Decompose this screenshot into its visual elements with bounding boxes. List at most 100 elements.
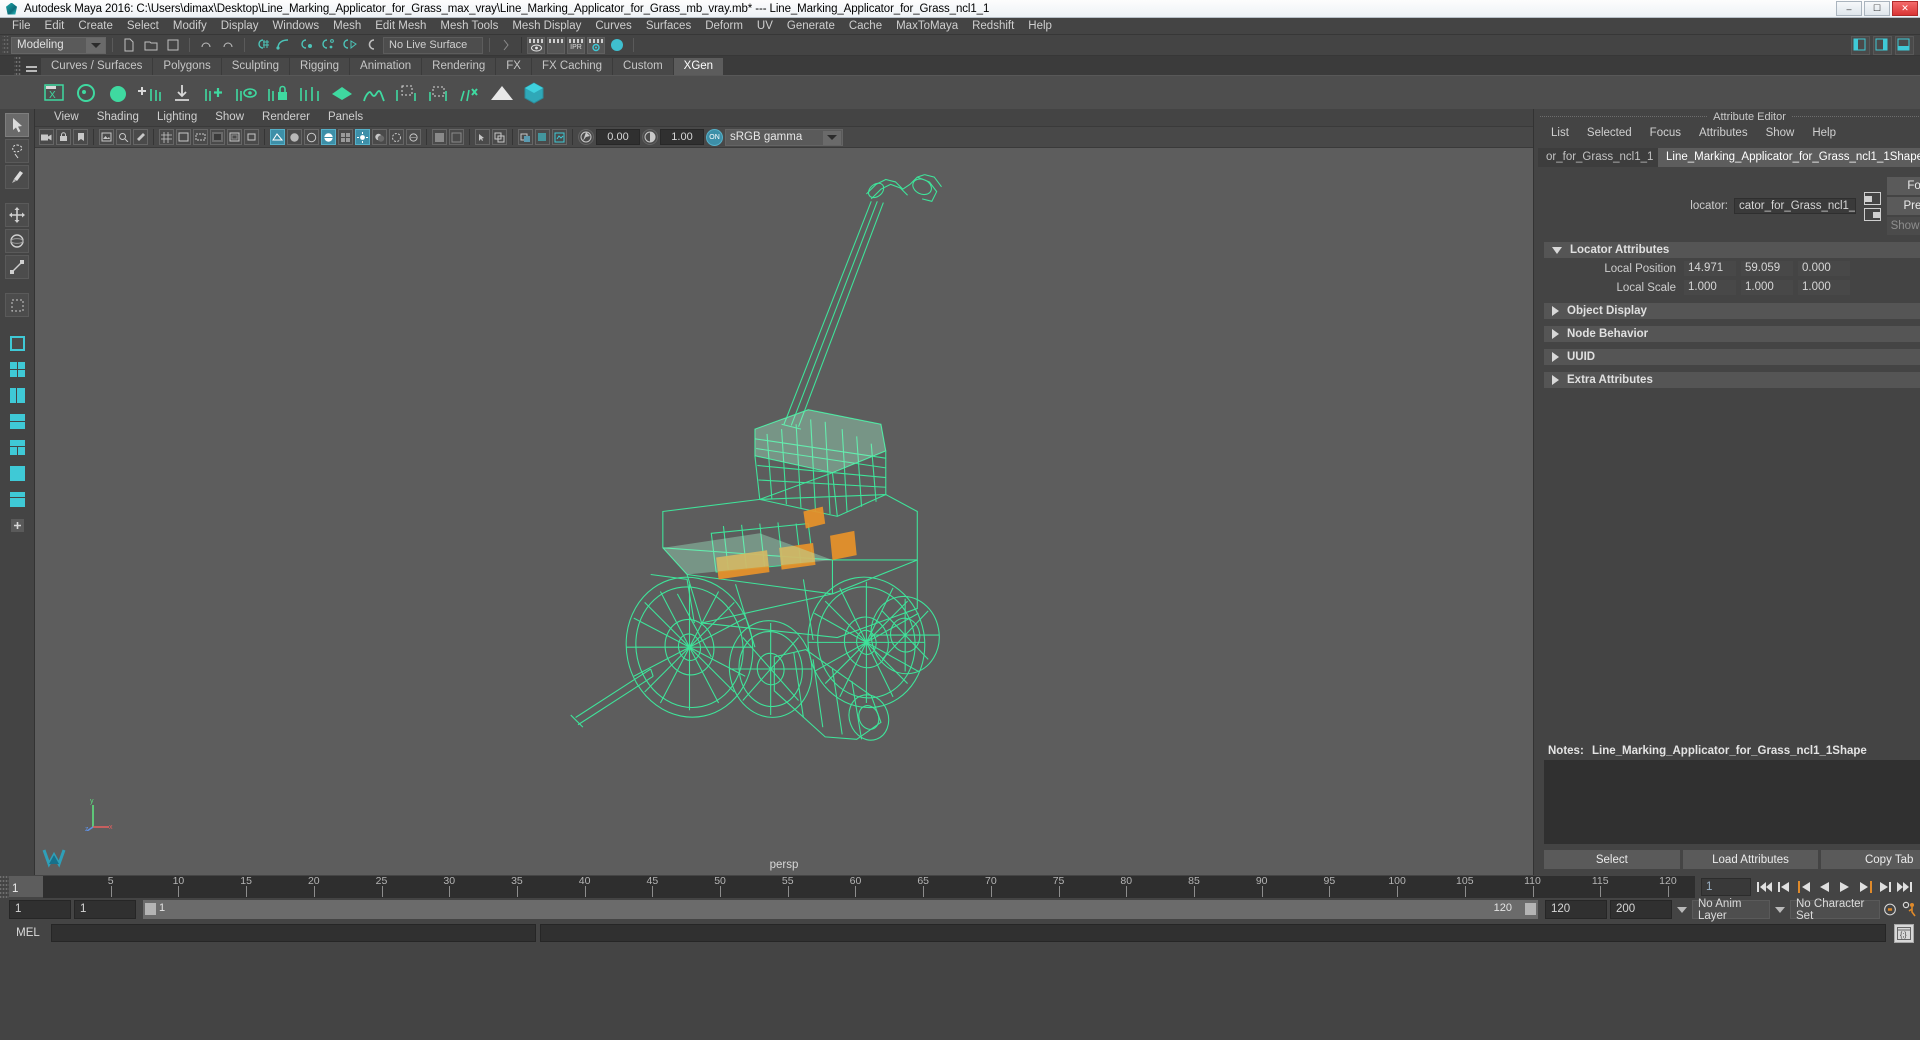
film-gate-icon[interactable]: [176, 129, 191, 145]
exposure-field[interactable]: 0.00: [596, 129, 640, 145]
open-scene-icon[interactable]: [141, 36, 161, 55]
image-plane-icon[interactable]: [99, 129, 114, 145]
menu-item-generate[interactable]: Generate: [780, 18, 842, 35]
attr-value-field[interactable]: 1.000: [1798, 280, 1850, 295]
viewport-menu-panels[interactable]: Panels: [319, 109, 372, 126]
xgen-guides-icon[interactable]: [296, 79, 324, 107]
character-set-chevron-icon[interactable]: [1773, 900, 1787, 919]
viewport-menu-lighting[interactable]: Lighting: [148, 109, 206, 126]
menu-item-surfaces[interactable]: Surfaces: [639, 18, 698, 35]
ae-menu-list[interactable]: List: [1542, 127, 1578, 139]
make-live-icon[interactable]: [361, 36, 381, 55]
play-backwards-icon[interactable]: [1817, 880, 1832, 894]
paint-select-tool-icon[interactable]: [5, 165, 29, 189]
menu-item-help[interactable]: Help: [1021, 18, 1059, 35]
menu-item-redshift[interactable]: Redshift: [965, 18, 1021, 35]
chevron-right-icon[interactable]: [1552, 329, 1559, 339]
xgen-select-region-icon[interactable]: [392, 79, 420, 107]
script-editor-icon[interactable]: {;}: [1894, 923, 1914, 943]
wireframe-shading-icon[interactable]: [270, 129, 285, 145]
xgen-visibility-icon[interactable]: [232, 79, 260, 107]
lasso-tool-icon[interactable]: [5, 139, 29, 163]
select-camera-icon[interactable]: [39, 129, 54, 145]
menu-item-edit[interactable]: Edit: [38, 18, 72, 35]
exposure-reset-icon[interactable]: [552, 129, 567, 145]
step-forward-icon[interactable]: [1877, 880, 1892, 894]
menu-item-mesh-tools[interactable]: Mesh Tools: [433, 18, 505, 35]
range-handle-right[interactable]: [1525, 903, 1536, 915]
ae-tab-transform[interactable]: or_for_Grass_ncl1_1: [1538, 147, 1658, 167]
time-slider-grip[interactable]: [0, 875, 9, 898]
shelf-tab-xgen[interactable]: XGen: [673, 58, 725, 75]
chevron-down-icon[interactable]: [823, 130, 841, 145]
xgen-filled-sphere-icon[interactable]: [104, 79, 132, 107]
isolate-select-icon[interactable]: [475, 129, 490, 145]
playback-start-field[interactable]: 1: [74, 900, 136, 919]
new-scene-icon[interactable]: [119, 36, 139, 55]
xgen-lock-icon[interactable]: [264, 79, 292, 107]
attr-value-field[interactable]: 1.000: [1741, 280, 1793, 295]
xgen-select-region2-icon[interactable]: [424, 79, 452, 107]
two-d-pan-zoom-icon[interactable]: [116, 129, 131, 145]
ae-menu-selected[interactable]: Selected: [1578, 127, 1641, 139]
menu-item-display[interactable]: Display: [214, 18, 266, 35]
safe-action-icon[interactable]: [227, 129, 242, 145]
section-header[interactable]: Extra Attributes: [1544, 372, 1920, 388]
menu-item-file[interactable]: File: [5, 18, 38, 35]
window-controls[interactable]: – ☐ ✕: [1836, 1, 1918, 16]
output-connection-icon[interactable]: [1864, 207, 1881, 221]
viewport-3d[interactable]: y x z persp: [35, 148, 1533, 875]
play-forwards-icon[interactable]: [1837, 880, 1852, 894]
go-to-end-icon[interactable]: [1897, 880, 1912, 894]
xgen-package-icon[interactable]: [520, 79, 548, 107]
presets-button[interactable]: Presets: [1887, 197, 1920, 215]
live-surface-field[interactable]: No Live Surface: [383, 36, 483, 54]
character-set-selector[interactable]: No Character Set: [1790, 898, 1880, 922]
animation-end-field[interactable]: 200: [1610, 900, 1672, 919]
outliner-persp-layout-icon[interactable]: [5, 383, 29, 407]
menu-item-windows[interactable]: Windows: [265, 18, 326, 35]
anim-layer-chevron-icon[interactable]: [1675, 900, 1689, 919]
redo-icon[interactable]: [218, 36, 238, 55]
save-scene-icon[interactable]: [163, 36, 183, 55]
current-frame-field[interactable]: 1: [1701, 877, 1751, 896]
move-tool-icon[interactable]: [5, 203, 29, 227]
add-layout-icon[interactable]: [5, 513, 29, 537]
menu-item-maxtomaya[interactable]: MaxToMaya: [889, 18, 965, 35]
chevron-right-icon[interactable]: [1552, 352, 1559, 362]
ae-menu-attributes[interactable]: Attributes: [1690, 127, 1757, 139]
ae-tab-shape[interactable]: Line_Marking_Applicator_for_Grass_ncl1_1…: [1658, 147, 1920, 167]
xray-active-components-icon[interactable]: [535, 129, 550, 145]
xray-joints-icon[interactable]: [518, 129, 533, 145]
shelf-tab-fx-caching[interactable]: FX Caching: [531, 58, 614, 75]
attr-value-field[interactable]: 59.059: [1741, 261, 1793, 276]
color-management-toggle-icon[interactable]: [607, 36, 627, 55]
custom-layout-icon[interactable]: [5, 487, 29, 511]
shelf-tab-rendering[interactable]: Rendering: [422, 58, 497, 75]
attribute-editor-toggle-icon[interactable]: [1873, 35, 1892, 55]
xgen-add-guide-icon[interactable]: [136, 79, 164, 107]
section-header[interactable]: Node Behavior: [1544, 326, 1920, 342]
sidebar-toggle-icon[interactable]: [1851, 35, 1870, 55]
motion-blur-icon[interactable]: [406, 129, 421, 145]
rotate-tool-icon[interactable]: [5, 229, 29, 253]
anim-layer-selector[interactable]: No Anim Layer: [1692, 898, 1770, 922]
command-language-label[interactable]: MEL: [9, 927, 47, 939]
attr-value-field[interactable]: 14.971: [1684, 261, 1736, 276]
smooth-shade-all-icon[interactable]: [287, 129, 302, 145]
shelf-tab-curves-surfaces[interactable]: Curves / Surfaces: [41, 58, 154, 75]
exposure-icon[interactable]: [578, 129, 594, 145]
xgen-spline-icon[interactable]: [360, 79, 388, 107]
section-header[interactable]: UUID: [1544, 349, 1920, 365]
ae-menu-focus[interactable]: Focus: [1641, 127, 1690, 139]
shadows-icon[interactable]: [372, 129, 387, 145]
chevron-down-icon[interactable]: [86, 37, 105, 53]
outliner-layout-icon[interactable]: [5, 461, 29, 485]
xgen-density-icon[interactable]: [328, 79, 356, 107]
texture-icon[interactable]: [338, 129, 353, 145]
menu-item-create[interactable]: Create: [71, 18, 120, 35]
chevron-down-icon[interactable]: [1552, 246, 1562, 254]
focus-button[interactable]: Focus: [1887, 177, 1920, 195]
shelf-grip[interactable]: [14, 56, 21, 75]
bookmark-icon[interactable]: [73, 129, 88, 145]
